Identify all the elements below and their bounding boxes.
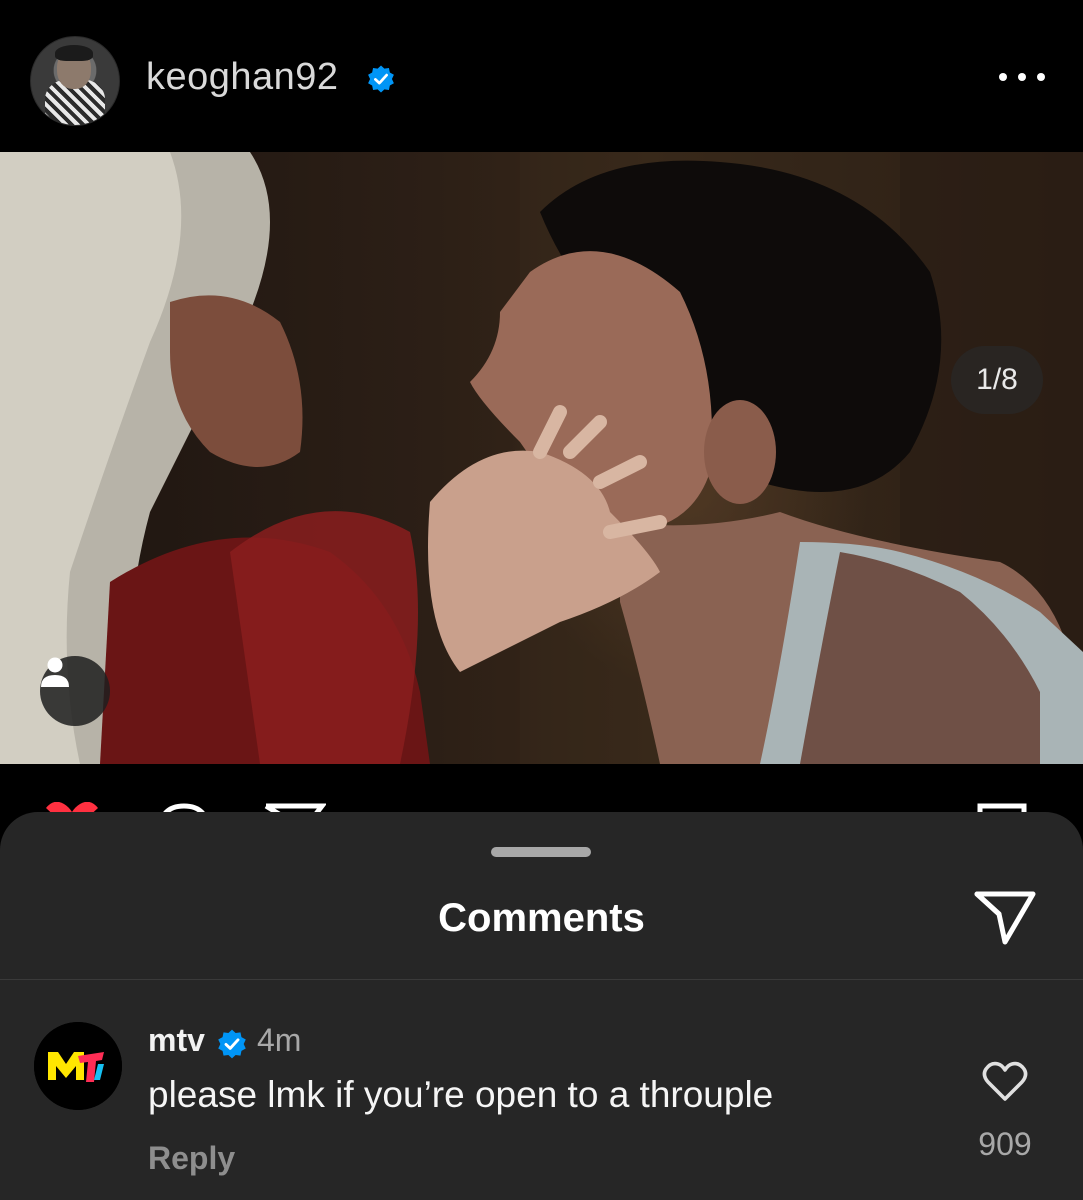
comment-username[interactable]: mtv [148, 1022, 205, 1059]
send-icon[interactable] [973, 888, 1037, 946]
dot [999, 73, 1007, 81]
comments-sheet: Comments mtv 4m please lmk if you’re ope… [0, 812, 1083, 1200]
verified-badge-icon [218, 1029, 246, 1059]
sheet-title: Comments [438, 896, 645, 940]
profile-avatar[interactable] [30, 36, 120, 126]
post-media-carousel[interactable]: 1/8 [0, 152, 1083, 764]
reply-button[interactable]: Reply [148, 1140, 235, 1177]
comment-timestamp: 4m [257, 1022, 302, 1058]
avatar-hair [55, 45, 93, 61]
divider [0, 979, 1083, 980]
dot [1037, 73, 1045, 81]
post-photo [0, 152, 1083, 764]
comment-text: please lmk if you’re open to a throuple [148, 1074, 774, 1115]
mtv-logo-icon [34, 1022, 122, 1110]
user-tag-icon[interactable] [40, 656, 110, 726]
heart-outline-icon[interactable] [982, 1060, 1028, 1102]
verified-badge-icon [368, 65, 394, 93]
more-options-icon[interactable] [999, 62, 1045, 92]
person-icon [41, 657, 69, 687]
post-username[interactable]: keoghan92 [146, 56, 339, 99]
comment-like-count: 909 [978, 1126, 1032, 1162]
slide-counter: 1/8 [951, 346, 1043, 414]
sheet-grabber[interactable] [491, 847, 591, 857]
dot [1018, 73, 1026, 81]
comment-avatar[interactable] [34, 1022, 122, 1110]
post-header: keoghan92 [0, 0, 1083, 152]
